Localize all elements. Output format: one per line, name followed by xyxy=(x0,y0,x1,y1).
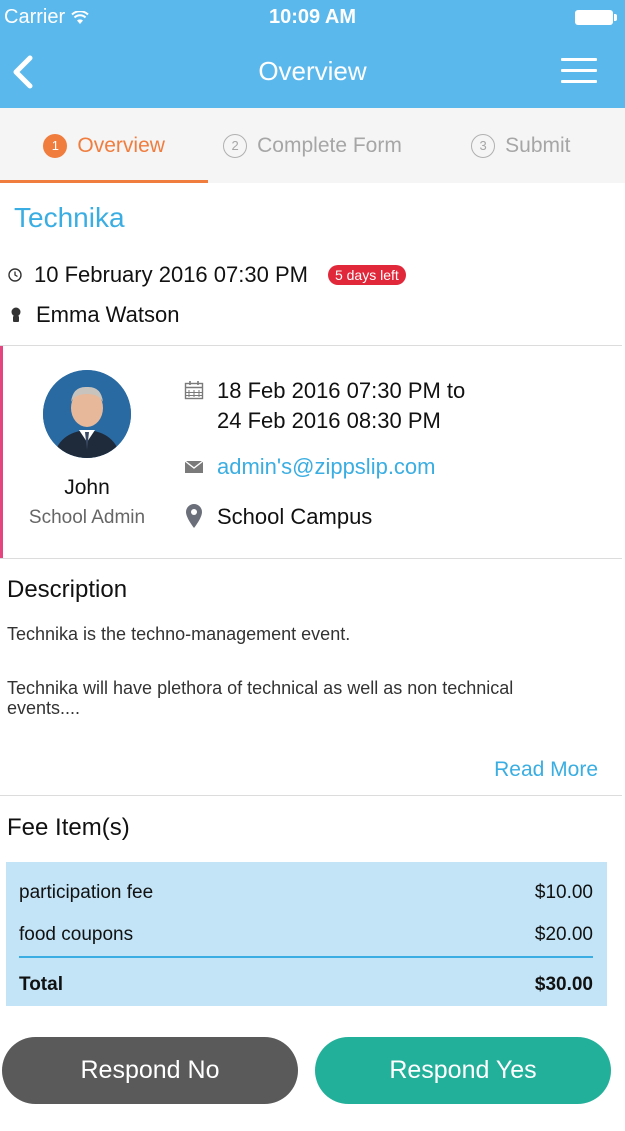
contact-role: School Admin xyxy=(28,507,146,528)
step-label: Overview xyxy=(77,133,165,157)
respond-no-button[interactable]: Respond No xyxy=(2,1037,298,1104)
fee-table: participation fee $10.00 food coupons $2… xyxy=(6,862,607,1006)
organizer-name: Emma Watson xyxy=(36,302,180,327)
divider xyxy=(0,795,622,796)
total-divider xyxy=(19,956,593,958)
event-datetime: 10 February 2016 07:30 PM xyxy=(34,262,308,287)
description-paragraph: Technika is the techno-management event. xyxy=(7,624,351,644)
description-heading: Description xyxy=(7,576,128,603)
hamburger-menu-icon[interactable] xyxy=(561,58,597,86)
avatar xyxy=(43,370,131,458)
step-number: 3 xyxy=(471,133,496,158)
step-label: Complete Form xyxy=(257,133,402,157)
avatar-photo xyxy=(43,370,131,458)
page-title: Overview xyxy=(258,56,367,86)
table-row: participation fee $10.00 xyxy=(19,882,593,904)
event-datetime-row: 10 February 2016 07:30 PM 5 days left xyxy=(8,262,406,288)
step-tabs: 1 Overview 2 Complete Form 3 Submit xyxy=(0,108,625,183)
fee-amount: $10.00 xyxy=(534,882,593,903)
read-more-link[interactable]: Read More xyxy=(494,758,598,782)
step-label: Submit xyxy=(505,133,571,157)
date-range-start: 18 Feb 2016 07:30 PM to xyxy=(217,378,466,403)
contact-card: John School Admin 18 Feb 2016 07:30 PM t… xyxy=(0,346,622,558)
mail-icon xyxy=(183,460,205,474)
tab-overview[interactable]: 1 Overview xyxy=(0,108,209,183)
tab-submit[interactable]: 3 Submit xyxy=(417,108,625,183)
event-date-range: 18 Feb 2016 07:30 PM to 24 Feb 2016 08:3… xyxy=(183,376,465,436)
map-pin-icon xyxy=(183,504,205,528)
description-paragraph: Technika will have plethora of technical… xyxy=(7,678,514,718)
status-bar: Carrier 10:09 AM xyxy=(0,0,625,36)
total-label: Total xyxy=(19,974,63,995)
calendar-icon xyxy=(183,380,205,400)
location-row: School Campus xyxy=(183,504,372,530)
step-number: 1 xyxy=(43,133,68,158)
fee-amount: $20.00 xyxy=(534,924,593,945)
nav-bar: Overview xyxy=(0,36,625,108)
fee-label: participation fee xyxy=(19,882,154,903)
organizer-row: Emma Watson xyxy=(10,302,179,328)
fee-label: food coupons xyxy=(19,924,134,945)
tab-complete-form[interactable]: 2 Complete Form xyxy=(208,108,416,183)
contact-name: John xyxy=(64,476,110,499)
contact-email-link[interactable]: admin's@zippslip.com xyxy=(217,454,436,480)
total-amount: $30.00 xyxy=(534,974,593,995)
fee-total-row: Total $30.00 xyxy=(19,974,593,996)
clock-icon xyxy=(8,268,22,282)
person-icon xyxy=(11,307,21,322)
table-row: food coupons $20.00 xyxy=(19,924,593,946)
event-title: Technika xyxy=(14,202,125,233)
days-left-badge: 5 days left xyxy=(327,265,406,285)
location-text: School Campus xyxy=(217,504,373,529)
contact-email-row[interactable]: admin's@zippslip.com xyxy=(183,454,436,480)
date-range-end: 24 Feb 2016 08:30 PM xyxy=(217,408,441,433)
fee-items-heading: Fee Item(s) xyxy=(7,814,130,841)
divider xyxy=(0,558,622,559)
clock-time: 10:09 AM xyxy=(268,6,357,28)
battery-icon xyxy=(575,10,617,25)
step-number: 2 xyxy=(223,133,248,158)
respond-yes-button[interactable]: Respond Yes xyxy=(315,1037,611,1104)
